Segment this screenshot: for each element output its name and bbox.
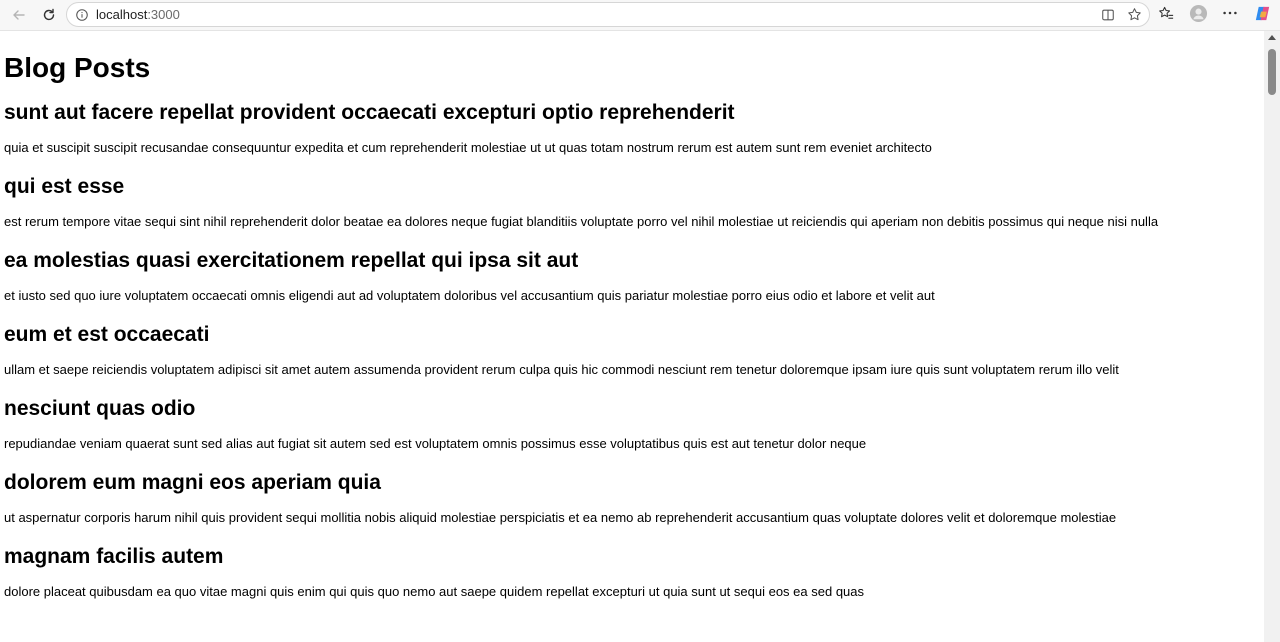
copilot-icon[interactable] [1252, 3, 1272, 23]
url-port: :3000 [147, 7, 180, 22]
post-title: nesciunt quas odio [4, 397, 196, 420]
browser-toolbar: localhost:3000 [0, 0, 1280, 30]
url-text[interactable]: localhost:3000 [96, 7, 180, 22]
post-title: dolorem eum magni eos aperiam quia [4, 471, 381, 494]
post-title: sunt aut facere repellat provident occae… [4, 101, 735, 124]
address-bar[interactable]: localhost:3000 [66, 2, 1150, 27]
post-title: qui est esse [4, 175, 125, 198]
reload-icon[interactable] [38, 4, 60, 26]
scroll-thumb[interactable] [1268, 49, 1276, 95]
vertical-scrollbar[interactable] [1264, 31, 1280, 642]
star-icon[interactable] [1126, 6, 1143, 23]
split-screen-icon[interactable] [1099, 6, 1116, 23]
url-host: localhost [96, 7, 148, 22]
blog-post: eum et est occaecati ullam et saepe reic… [4, 323, 1262, 378]
favorites-icon[interactable] [1156, 3, 1176, 23]
post-title: magnam facilis autem [4, 545, 224, 568]
scroll-up-arrow-icon[interactable] [1268, 35, 1276, 40]
post-body: quia et suscipit suscipit recusandae con… [4, 140, 932, 155]
blog-post: dolorem eum magni eos aperiam quia ut as… [4, 471, 1262, 526]
back-arrow-icon[interactable] [8, 4, 30, 26]
blog-post: ea molestias quasi exercitationem repell… [4, 249, 1262, 304]
post-body: dolore placeat quibusdam ea quo vitae ma… [4, 584, 865, 599]
page-title: Blog Posts [4, 52, 151, 83]
info-icon[interactable] [74, 7, 90, 23]
more-icon[interactable] [1220, 3, 1240, 23]
post-body: est rerum tempore vitae sequi sint nihil… [4, 214, 1159, 229]
blog-post: qui est esse est rerum tempore vitae seq… [4, 175, 1262, 230]
page-viewport: Blog Posts sunt aut facere repellat prov… [0, 30, 1280, 642]
post-body: et iusto sed quo iure voluptatem occaeca… [4, 288, 935, 303]
post-body: ullam et saepe reiciendis voluptatem adi… [4, 362, 1119, 377]
page-content: Blog Posts sunt aut facere repellat prov… [4, 31, 1262, 600]
blog-post: sunt aut facere repellat provident occae… [4, 101, 1262, 156]
blog-post: magnam facilis autem dolore placeat quib… [4, 545, 1262, 600]
post-title: eum et est occaecati [4, 323, 210, 346]
post-body: ut aspernatur corporis harum nihil quis … [4, 510, 1117, 525]
post-title: ea molestias quasi exercitationem repell… [4, 249, 579, 272]
blog-post: nesciunt quas odio repudiandae veniam qu… [4, 397, 1262, 452]
post-body: repudiandae veniam quaerat sunt sed alia… [4, 436, 867, 451]
profile-icon[interactable] [1188, 3, 1208, 23]
